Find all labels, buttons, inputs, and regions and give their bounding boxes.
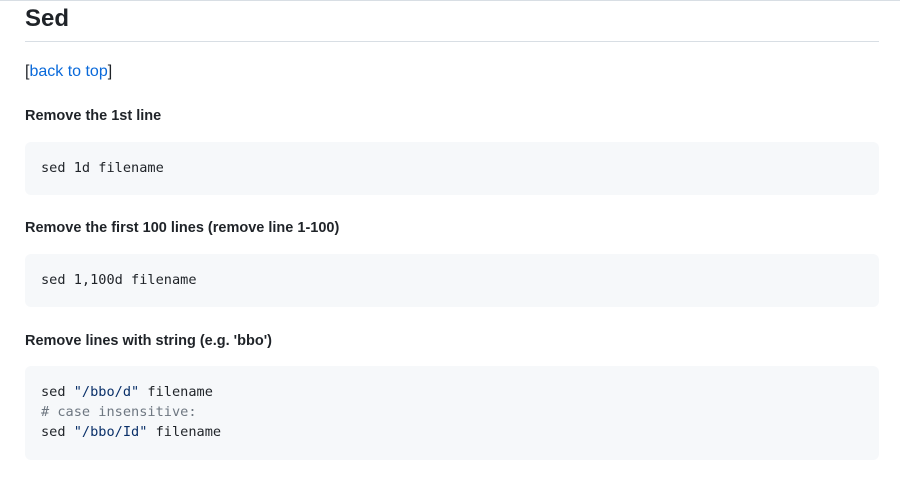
code-comment: # case insensitive: bbox=[41, 404, 197, 420]
code-string: "/bbo/Id" bbox=[73, 424, 148, 440]
example-heading-remove-string: Remove lines with string (e.g. 'bbo') bbox=[25, 333, 272, 349]
code-text: sed 1d filename bbox=[41, 160, 164, 176]
example-heading-remove-first-100: Remove the first 100 lines (remove line … bbox=[25, 220, 340, 236]
code-string: "/bbo/d" bbox=[73, 384, 140, 400]
top-border bbox=[0, 0, 900, 1]
close-bracket: ] bbox=[107, 63, 113, 80]
title-divider bbox=[25, 41, 879, 42]
code-text: filename bbox=[147, 424, 222, 440]
code-text: sed bbox=[41, 384, 74, 400]
code-block-remove-string: sed "/bbo/d" filename # case insensitive:… bbox=[25, 366, 879, 460]
back-to-top-line: [back to top] bbox=[25, 61, 112, 83]
code-block-remove-first-line: sed 1d filename bbox=[25, 142, 879, 195]
code-line: # case insensitive: bbox=[41, 402, 863, 422]
code-text: sed 1,100d filename bbox=[41, 272, 197, 288]
code-text: sed bbox=[41, 424, 74, 440]
code-text: filename bbox=[139, 384, 213, 400]
example-heading-remove-first-line: Remove the 1st line bbox=[25, 108, 162, 124]
back-to-top-link[interactable]: back to top bbox=[29, 63, 107, 80]
section-title: Sed bbox=[25, 5, 70, 32]
code-line: sed "/bbo/Id" filename bbox=[41, 422, 863, 442]
code-line: sed 1d filename bbox=[41, 158, 863, 178]
code-block-remove-first-100: sed 1,100d filename bbox=[25, 254, 879, 307]
code-line: sed "/bbo/d" filename bbox=[41, 382, 863, 402]
code-line: sed 1,100d filename bbox=[41, 270, 863, 290]
